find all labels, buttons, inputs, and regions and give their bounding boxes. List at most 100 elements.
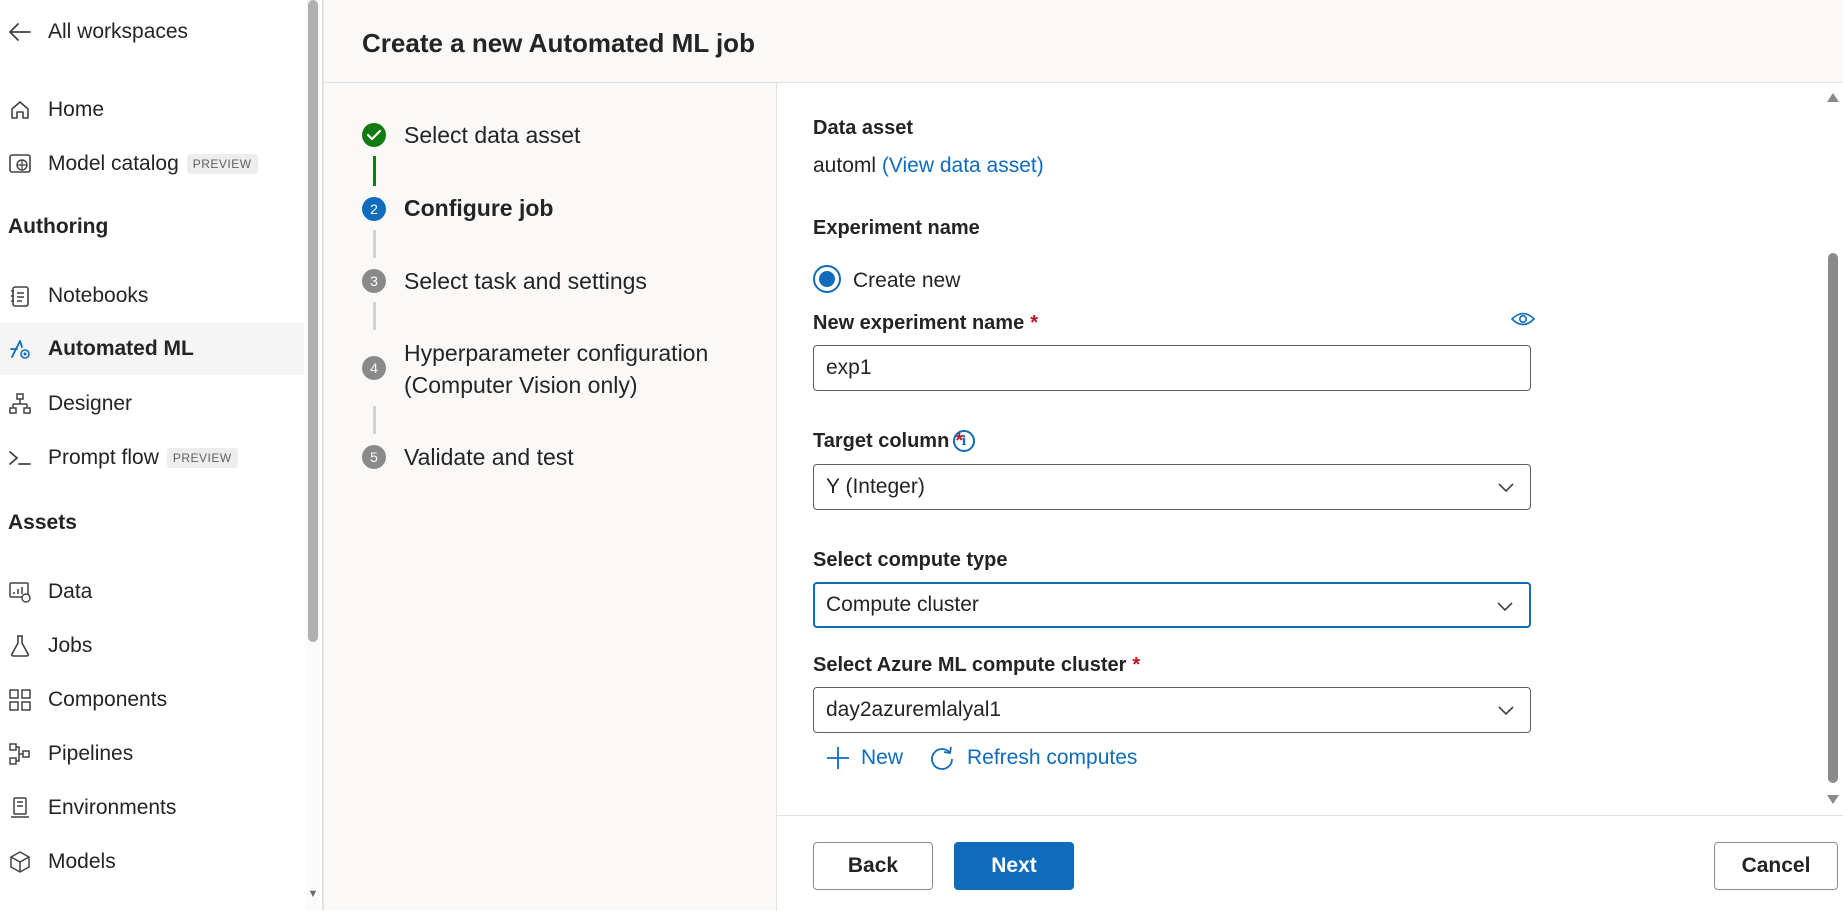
automl-icon [8, 337, 32, 361]
sidebar-item-data[interactable]: Data [0, 566, 304, 618]
compute-type-label: Select compute type [813, 549, 1008, 571]
components-icon [8, 688, 32, 712]
wizard-steps: Select data asset 2 Configure job 3 Sele… [324, 83, 776, 910]
compute-cluster-label: Select Azure ML compute cluster * [813, 654, 1140, 677]
create-new-radio[interactable] [813, 265, 841, 293]
step-label-select-data-asset[interactable]: Select data asset [404, 119, 580, 151]
plus-icon [827, 747, 849, 769]
step-label-line2: (Computer Vision only) [404, 372, 638, 398]
cancel-button[interactable]: Cancel [1714, 842, 1838, 890]
dropdown-value: Y (Integer) [826, 475, 925, 498]
flask-icon [8, 634, 32, 658]
sidebar-item-designer[interactable]: Designer [0, 378, 304, 430]
sidebar-item-jobs[interactable]: Jobs [0, 620, 304, 672]
data-asset-label: Data asset [813, 117, 914, 139]
data-icon [8, 580, 32, 604]
step-label-configure-job[interactable]: Configure job [404, 192, 553, 224]
sidebar-item-pipelines[interactable]: Pipelines [0, 728, 304, 780]
sidebar-item-label: Components [48, 688, 168, 711]
assets-section-title: Assets [8, 511, 77, 534]
experiment-name-label: Experiment name [813, 217, 980, 239]
target-column-dropdown[interactable]: Y (Integer) [813, 464, 1531, 510]
prompt-icon [8, 446, 32, 470]
pipelines-icon [8, 742, 32, 766]
sidebar-item-label: Data [48, 580, 93, 603]
chevron-down-icon [1497, 602, 1513, 612]
step-label-validate-test[interactable]: Validate and test [404, 441, 574, 473]
compute-cluster-dropdown[interactable]: day2azuremlalyal1 [813, 687, 1531, 733]
all-workspaces-link[interactable]: All workspaces [0, 6, 304, 58]
new-button-label: New [861, 746, 904, 769]
sidebar-scrollbar[interactable]: ▼ [306, 0, 320, 910]
required-asterisk: * [1030, 312, 1038, 334]
sidebar-item-models[interactable]: Models [0, 836, 304, 888]
compute-type-dropdown[interactable]: Compute cluster [813, 582, 1531, 628]
sidebar-item-environments[interactable]: Environments [0, 782, 304, 834]
new-compute-button[interactable]: New [825, 745, 903, 771]
sidebar-scroll-thumb[interactable] [308, 0, 318, 642]
scroll-down-arrow-icon[interactable] [1827, 795, 1839, 804]
label-text: Target column [813, 430, 950, 452]
page-header: Create a new Automated ML job [324, 0, 1843, 83]
sidebar-item-automated-ml[interactable]: Automated ML [0, 323, 304, 375]
sidebar-item-label-wrap: Model catalog PREVIEW [48, 152, 258, 176]
form-scrollbar[interactable] [1822, 83, 1843, 815]
label-text: Select Azure ML compute cluster [813, 654, 1127, 676]
authoring-section-title: Authoring [8, 215, 109, 238]
sidebar-item-prompt-flow[interactable]: Prompt flow PREVIEW [0, 432, 304, 484]
eye-icon[interactable] [1510, 311, 1536, 332]
preview-badge: PREVIEW [166, 448, 238, 468]
step-label-select-task[interactable]: Select task and settings [404, 265, 647, 297]
cube-icon [8, 850, 32, 874]
next-button[interactable]: Next [954, 842, 1074, 890]
sidebar-item-home[interactable]: Home [0, 84, 304, 136]
globe-icon [8, 152, 32, 176]
sidebar-item-label: Models [48, 850, 116, 873]
scroll-up-arrow-icon[interactable] [1827, 93, 1839, 102]
new-experiment-name-label: New experiment name * [813, 312, 1038, 335]
required-asterisk: * [1132, 654, 1141, 676]
data-asset-value: automl [813, 154, 877, 177]
step-number-badge: 4 [362, 356, 386, 380]
main-panel: Create a new Automated ML job Select dat… [324, 0, 1843, 911]
chevron-down-icon [1498, 706, 1514, 716]
sidebar-item-label: Model catalog [48, 152, 179, 175]
refresh-button-label: Refresh computes [967, 746, 1138, 769]
create-new-radio-label: Create new [853, 269, 961, 292]
sidebar-item-label-wrap: Prompt flow PREVIEW [48, 446, 238, 470]
radio-selected-dot [819, 271, 835, 287]
step-connector [373, 302, 376, 330]
step-connector [373, 406, 376, 434]
sidebar-item-label: Environments [48, 796, 177, 819]
preview-badge: PREVIEW [186, 154, 258, 174]
sidebar-item-model-catalog[interactable]: Model catalog PREVIEW [0, 138, 304, 190]
data-asset-value-row: automl (View data asset) [813, 154, 1044, 178]
new-experiment-name-input[interactable]: exp1 [813, 345, 1531, 391]
all-workspaces-label: All workspaces [48, 20, 189, 43]
notebook-icon [8, 284, 32, 308]
scroll-down-arrow-icon[interactable]: ▼ [306, 888, 320, 904]
designer-icon [8, 392, 32, 416]
label-text: New experiment name [813, 312, 1025, 334]
wizard-footer: Back Next Cancel [776, 815, 1843, 911]
left-nav-sidebar: All workspaces Home Model catalog PREVIE… [0, 0, 322, 910]
sidebar-item-notebooks[interactable]: Notebooks [0, 270, 304, 322]
view-data-asset-link[interactable]: (View data asset) [882, 154, 1044, 177]
step-number-badge: 3 [362, 269, 386, 293]
step-label-hyperparameter[interactable]: Hyperparameter configuration (Computer V… [404, 337, 708, 401]
step-number-badge: 2 [362, 197, 386, 221]
step-number-badge: 5 [362, 445, 386, 469]
sidebar-item-components[interactable]: Components [0, 674, 304, 726]
step-connector [373, 230, 376, 258]
dropdown-value: day2azuremlalyal1 [826, 698, 1002, 721]
refresh-computes-button[interactable]: Refresh computes [929, 745, 1137, 771]
chevron-down-icon [1498, 483, 1514, 493]
arrow-left-icon [8, 20, 32, 44]
sidebar-item-label: Jobs [48, 634, 93, 657]
info-icon[interactable]: i [953, 430, 975, 452]
back-button[interactable]: Back [813, 842, 933, 890]
form-scroll-thumb[interactable] [1828, 253, 1838, 783]
sidebar-item-label: Home [48, 98, 105, 121]
home-icon [8, 98, 32, 122]
step-connector [373, 156, 376, 186]
